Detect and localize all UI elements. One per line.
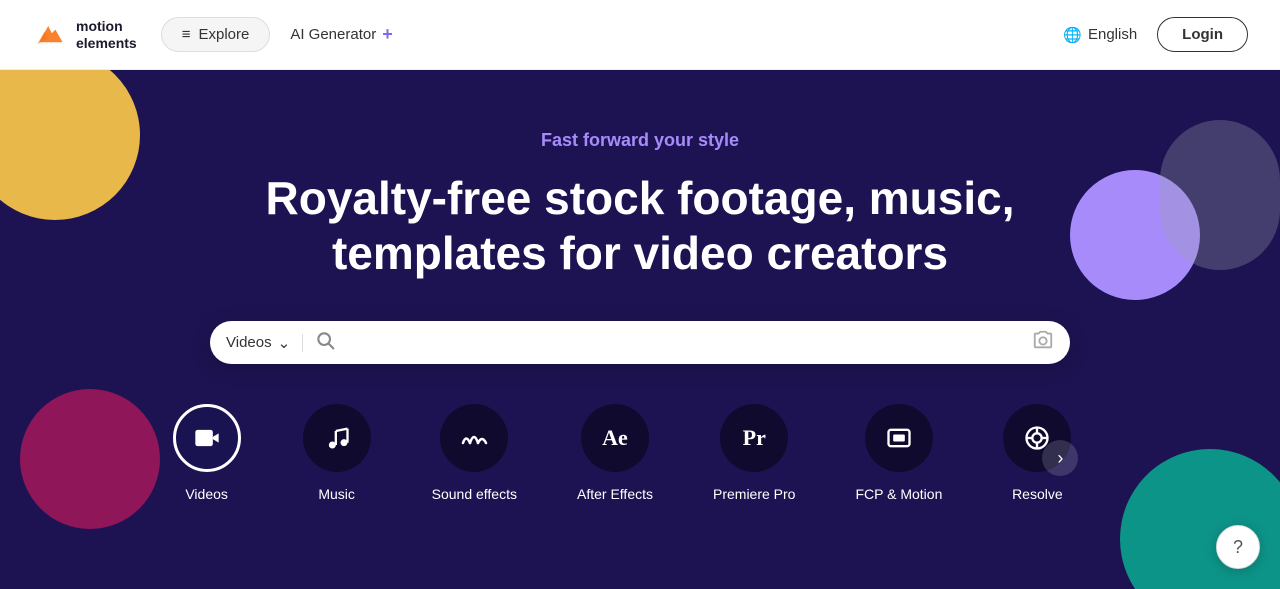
category-premiere-pro[interactable]: Pr Premiere Pro [683,404,825,502]
categories-bar: Videos Music [20,404,1260,502]
logo-text: motion elements [76,18,137,52]
dropdown-chevron-icon: ⌄ [278,334,291,352]
globe-icon: 🌐 [1063,26,1082,44]
login-button[interactable]: Login [1157,17,1248,52]
language-selector[interactable]: 🌐 English [1063,26,1137,44]
category-fcp-motion[interactable]: FCP & Motion [825,404,972,502]
category-sound-effects-icon [440,404,508,472]
explore-label: Explore [198,26,249,43]
explore-button[interactable]: ≡ Explore [161,17,271,52]
header-right: 🌐 English Login [1063,17,1248,52]
category-fcp-motion-icon [865,404,933,472]
category-resolve-label: Resolve [1012,486,1063,502]
ai-plus-icon: + [382,24,393,45]
category-music-label: Music [318,486,355,502]
category-videos-icon [173,404,241,472]
hero-title: Royalty-free stock footage, music, templ… [266,171,1015,281]
category-fcp-motion-label: FCP & Motion [855,486,942,502]
hero-section: Fast forward your style Royalty-free sto… [0,70,1280,589]
visual-search-icon[interactable] [1032,329,1054,356]
deco-yellow-circle [0,70,140,220]
category-music[interactable]: Music [272,404,402,502]
ai-generator-label: AI Generator [290,26,376,43]
category-music-icon [303,404,371,472]
category-videos[interactable]: Videos [142,404,272,502]
category-videos-label: Videos [185,486,228,502]
category-resolve[interactable]: Resolve [972,404,1102,502]
category-premiere-pro-icon: Pr [720,404,788,472]
hero-subtitle: Fast forward your style [541,130,739,151]
language-label: English [1088,26,1137,43]
deco-gray-shape [1160,120,1280,270]
help-button[interactable]: ? [1216,525,1260,569]
category-after-effects[interactable]: Ae After Effects [547,404,683,502]
category-after-effects-icon: Ae [581,404,649,472]
ai-generator-nav[interactable]: AI Generator + [290,24,392,45]
category-sound-effects-label: Sound effects [432,486,517,502]
search-input[interactable] [343,334,1024,352]
search-bar: Videos ⌄ [210,321,1070,364]
hamburger-icon: ≡ [182,26,191,43]
search-type-label: Videos [226,334,272,351]
logo[interactable]: motion elements [32,17,137,53]
logo-icon [32,17,68,53]
search-type-dropdown[interactable]: Videos ⌄ [226,334,303,352]
header: motion elements ≡ Explore AI Generator +… [0,0,1280,70]
category-after-effects-label: After Effects [577,486,653,502]
category-sound-effects[interactable]: Sound effects [402,404,547,502]
search-icon [315,330,335,355]
category-premiere-pro-label: Premiere Pro [713,486,795,502]
